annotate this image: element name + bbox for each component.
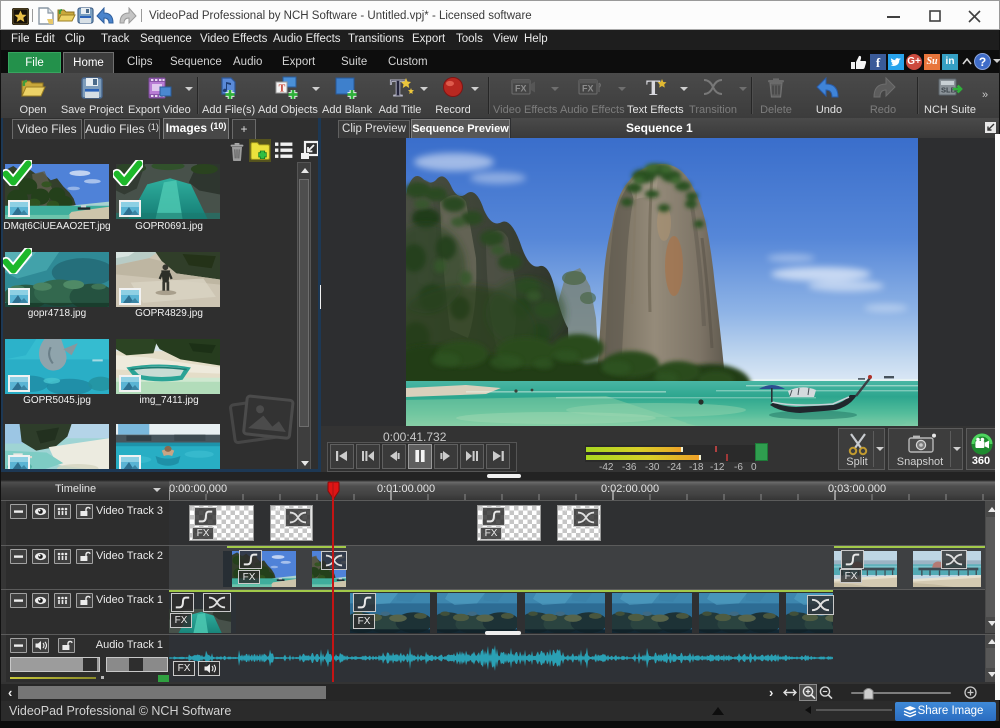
svg-text:FX: FX <box>582 84 594 94</box>
svg-text:T: T <box>646 76 661 100</box>
svg-text:FX: FX <box>515 84 527 94</box>
svg-text:T: T <box>279 84 286 95</box>
svg-text:T: T <box>390 76 406 101</box>
